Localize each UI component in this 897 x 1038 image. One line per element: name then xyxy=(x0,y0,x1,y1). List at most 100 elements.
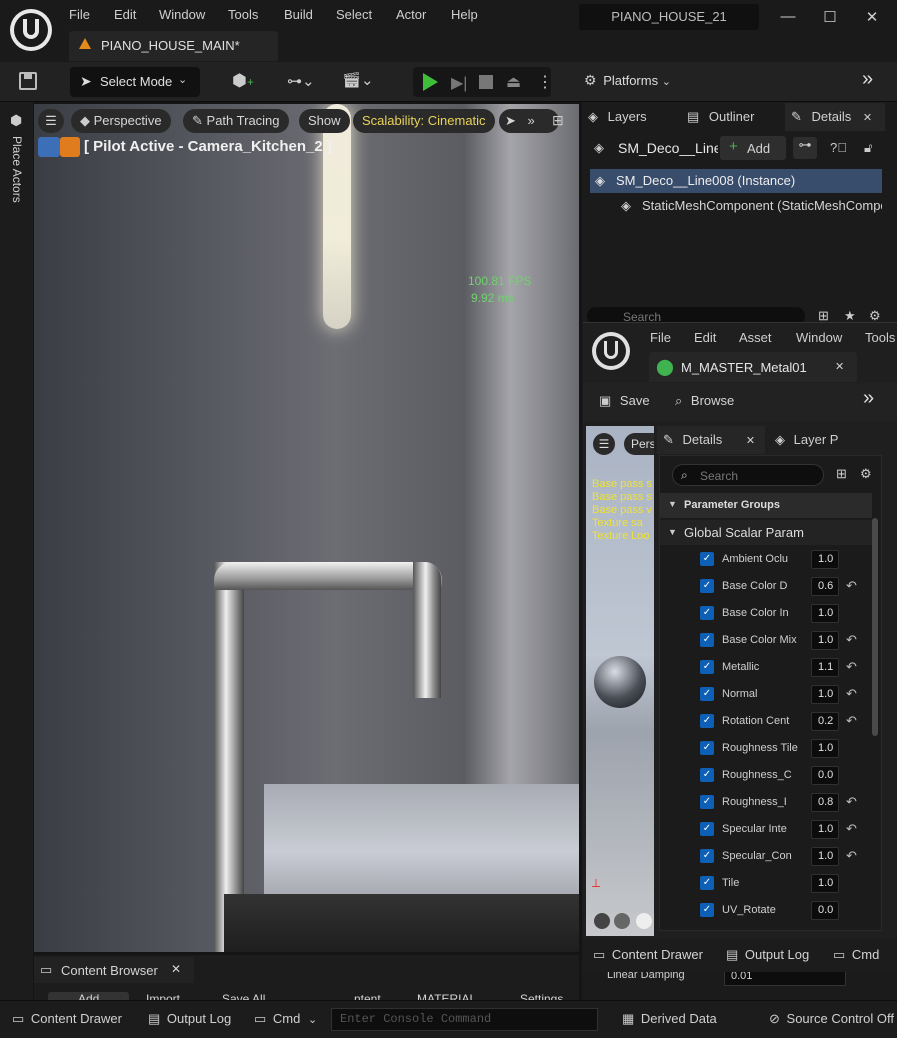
parameter-value-input[interactable]: 1.0 xyxy=(811,820,839,839)
tab-layers[interactable]: ◈ Layers xyxy=(588,103,647,131)
reset-arrow-icon[interactable]: ↶ xyxy=(846,686,857,702)
content-drawer-button[interactable]: ▭ Content Drawer xyxy=(593,947,703,963)
play-icon[interactable] xyxy=(423,73,438,91)
blueprint-icon[interactable]: ⊶⌄ xyxy=(287,72,315,90)
parameter-value-input[interactable]: 1.1 xyxy=(811,658,839,677)
material-unreal-logo-icon[interactable] xyxy=(592,332,630,370)
close-icon[interactable]: ✕ xyxy=(858,8,886,30)
checkbox[interactable]: ✓ xyxy=(700,795,714,809)
menu-build[interactable]: Build xyxy=(284,7,313,22)
menu-actor[interactable]: Actor xyxy=(396,7,426,22)
material-preview-viewport[interactable]: ☰ Persp Base pass s Base pass s Base pas… xyxy=(586,426,654,936)
checkbox[interactable]: ✓ xyxy=(700,903,714,917)
menu-help[interactable]: Help xyxy=(451,7,478,22)
material-save-button[interactable]: ▣ Save xyxy=(599,393,650,409)
viewport-options-button[interactable]: ☰ xyxy=(593,433,615,455)
scrollbar[interactable] xyxy=(872,518,878,736)
level-viewport[interactable]: ☰ ◆ Perspective ✎ Path Tracing Show Scal… xyxy=(34,104,579,952)
close-icon[interactable]: ✕ xyxy=(835,360,844,373)
viewport-options-button[interactable]: ☰ xyxy=(38,109,64,133)
parameter-value-input[interactable]: 1.0 xyxy=(811,874,839,893)
checkbox[interactable]: ✓ xyxy=(700,552,714,566)
checkbox[interactable]: ✓ xyxy=(700,606,714,620)
preview-shape-icon[interactable] xyxy=(594,913,610,929)
parameter-value-input[interactable]: 1.0 xyxy=(811,550,839,569)
expand-toolbar-icon[interactable]: » xyxy=(862,68,873,91)
path-segment[interactable]: MATERIAL xyxy=(417,992,476,1000)
source-control-button[interactable]: ⊘ Source Control Off xyxy=(769,1011,894,1027)
checkbox[interactable]: ✓ xyxy=(700,822,714,836)
place-actors-strip[interactable]: ⬢ Place Actors xyxy=(0,102,33,1000)
menu-file[interactable]: File xyxy=(69,7,90,22)
derived-data-button[interactable]: ▦ Derived Data xyxy=(622,1011,717,1027)
menu-edit[interactable]: Edit xyxy=(114,7,136,22)
menu-select[interactable]: Select xyxy=(336,7,372,22)
tab-content-browser[interactable]: ▭ Content Browser ✕ xyxy=(34,957,194,983)
parameter-value-input[interactable]: 1.0 xyxy=(811,847,839,866)
checkbox[interactable]: ✓ xyxy=(700,741,714,755)
checkbox[interactable]: ✓ xyxy=(700,768,714,782)
step-icon[interactable]: ▶︎| xyxy=(451,73,467,93)
expand-toolbar-icon[interactable]: » xyxy=(863,387,874,410)
checkbox[interactable]: ✓ xyxy=(700,714,714,728)
tab-layer-parameters[interactable]: ◈ Layer P xyxy=(775,426,838,454)
material-search-input[interactable]: ⌕ Search xyxy=(672,464,824,486)
view-mode-button[interactable]: ✎ Path Tracing xyxy=(183,109,289,133)
preview-shape-icon[interactable] xyxy=(614,913,630,929)
tab-material-details[interactable]: ✎ Details ✕ xyxy=(657,426,765,454)
tab-level-document[interactable]: PIANO_HOUSE_MAIN* xyxy=(69,31,278,61)
save-icon[interactable] xyxy=(19,72,37,90)
tab-details[interactable]: ✎ Details ✕ xyxy=(785,103,885,131)
mat-menu-window[interactable]: Window xyxy=(796,330,842,345)
close-icon[interactable]: ✕ xyxy=(171,962,181,976)
viewport-tools-button[interactable]: ➤ » xyxy=(499,109,559,133)
parameter-value-input[interactable]: 1.0 xyxy=(811,631,839,650)
path-segment[interactable]: ntent xyxy=(354,992,381,1000)
reset-arrow-icon[interactable]: ↶ xyxy=(846,578,857,594)
tab-outliner[interactable]: ▤ Outliner xyxy=(687,103,754,131)
parameter-groups-header[interactable]: ▼ Parameter Groups xyxy=(660,493,872,518)
reset-arrow-icon[interactable]: ↶ xyxy=(846,794,857,810)
settings-button[interactable]: Settings xyxy=(520,992,563,1000)
parameter-value-input[interactable]: 1.0 xyxy=(811,685,839,704)
mat-menu-asset[interactable]: Asset xyxy=(739,330,772,345)
parameter-value-input[interactable]: 0.6 xyxy=(811,577,839,596)
parameter-value-input[interactable]: 0.2 xyxy=(811,712,839,731)
lock-icon[interactable]: 🔓︎ xyxy=(864,140,872,156)
checkbox[interactable]: ✓ xyxy=(700,660,714,674)
checkbox[interactable]: ✓ xyxy=(700,633,714,647)
more-options-icon[interactable]: ⋮ xyxy=(537,72,553,92)
mat-menu-tools[interactable]: Tools xyxy=(865,330,895,345)
menu-window[interactable]: Window xyxy=(159,7,205,22)
parameter-value-input[interactable]: 0.0 xyxy=(811,766,839,785)
preview-shape-icon[interactable] xyxy=(636,913,652,929)
mat-menu-file[interactable]: File xyxy=(650,330,671,345)
output-log-button[interactable]: ▤ Output Log xyxy=(148,1011,231,1027)
unreal-logo-icon[interactable] xyxy=(10,9,52,51)
reset-arrow-icon[interactable]: ↶ xyxy=(846,632,857,648)
perspective-button[interactable]: Persp xyxy=(624,433,654,455)
show-button[interactable]: Show xyxy=(299,109,350,133)
console-command-input[interactable]: Enter Console Command xyxy=(331,1008,598,1031)
platforms-button[interactable]: ⚙ Platforms ⌄ xyxy=(584,72,671,89)
import-button[interactable]: Import xyxy=(146,992,180,1000)
tree-item-component[interactable]: ◈ StaticMeshComponent (StaticMeshCompone… xyxy=(618,194,882,218)
output-log-button[interactable]: ▤ Output Log xyxy=(726,947,809,963)
grid-view-icon[interactable]: ⊞ xyxy=(836,466,847,482)
eject-icon[interactable]: ⏏︎ xyxy=(506,72,521,92)
add-component-button[interactable]: + Add xyxy=(720,136,786,160)
pilot-camera-icon[interactable] xyxy=(38,136,80,158)
help-icon[interactable]: ?⃝ xyxy=(830,140,847,155)
blueprint-icon[interactable]: ⊶ xyxy=(793,137,817,159)
checkbox[interactable]: ✓ xyxy=(700,876,714,890)
menu-tools[interactable]: Tools xyxy=(228,7,258,22)
reset-arrow-icon[interactable]: ↶ xyxy=(846,659,857,675)
reset-arrow-icon[interactable]: ↶ xyxy=(846,713,857,729)
cmd-button[interactable]: ▭ Cmd xyxy=(833,947,879,963)
cinematics-icon[interactable]: 🎬︎⌄ xyxy=(342,71,374,89)
global-scalar-group-header[interactable]: ▼ Global Scalar Param xyxy=(660,520,872,545)
parameter-value-input[interactable]: 1.0 xyxy=(811,739,839,758)
parameter-value-input[interactable]: 0.8 xyxy=(811,793,839,812)
stop-icon[interactable] xyxy=(479,75,493,89)
close-icon[interactable]: ✕ xyxy=(863,112,872,124)
